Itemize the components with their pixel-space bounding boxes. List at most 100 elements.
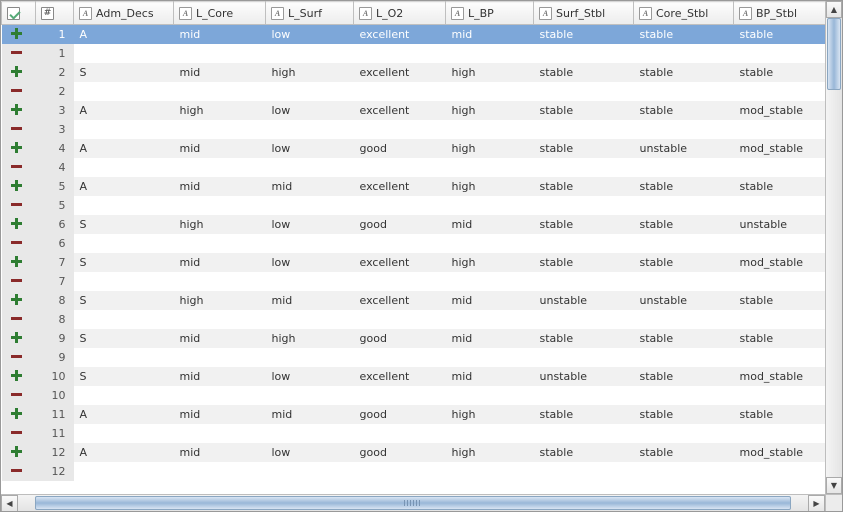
- cell[interactable]: [174, 386, 266, 405]
- cell[interactable]: [734, 272, 826, 291]
- scroll-left-button[interactable]: ◀: [1, 495, 18, 511]
- cell[interactable]: S: [74, 253, 174, 272]
- cell[interactable]: stable: [634, 177, 734, 196]
- row-icon-cell[interactable]: [2, 63, 36, 82]
- cell[interactable]: [446, 82, 534, 101]
- cell[interactable]: [74, 272, 174, 291]
- cell[interactable]: [174, 348, 266, 367]
- cell[interactable]: [266, 272, 354, 291]
- cell[interactable]: [734, 234, 826, 253]
- table-row[interactable]: 9: [2, 348, 826, 367]
- cell[interactable]: [446, 234, 534, 253]
- cell[interactable]: stable: [534, 177, 634, 196]
- table-row[interactable]: 7Smidlowexcellenthighstablestablemod_sta…: [2, 253, 826, 272]
- cell[interactable]: stable: [734, 177, 826, 196]
- cell[interactable]: [74, 424, 174, 443]
- cell[interactable]: [534, 234, 634, 253]
- cell[interactable]: [534, 120, 634, 139]
- cell[interactable]: [266, 44, 354, 63]
- cell[interactable]: high: [174, 215, 266, 234]
- cell[interactable]: mod_stable: [734, 253, 826, 272]
- cell[interactable]: stable: [534, 329, 634, 348]
- cell[interactable]: [354, 310, 446, 329]
- row-icon-cell[interactable]: [2, 348, 36, 367]
- cell[interactable]: [266, 196, 354, 215]
- cell[interactable]: [354, 348, 446, 367]
- horizontal-scrollbar[interactable]: ◀ ▶: [1, 494, 825, 511]
- row-icon-cell[interactable]: [2, 272, 36, 291]
- cell[interactable]: [534, 424, 634, 443]
- cell[interactable]: [266, 348, 354, 367]
- cell[interactable]: good: [354, 405, 446, 424]
- cell[interactable]: [634, 120, 734, 139]
- cell[interactable]: mid: [174, 63, 266, 82]
- cell[interactable]: [534, 158, 634, 177]
- cell[interactable]: high: [446, 101, 534, 120]
- cell[interactable]: excellent: [354, 291, 446, 310]
- cell[interactable]: stable: [634, 253, 734, 272]
- cell[interactable]: excellent: [354, 63, 446, 82]
- row-icon-cell[interactable]: [2, 196, 36, 215]
- cell[interactable]: [446, 272, 534, 291]
- table-row[interactable]: 7: [2, 272, 826, 291]
- cell[interactable]: mid: [174, 405, 266, 424]
- cell[interactable]: mid: [446, 329, 534, 348]
- cell[interactable]: stable: [634, 25, 734, 44]
- cell[interactable]: [266, 386, 354, 405]
- header-col-7[interactable]: ABP_Stbl: [734, 2, 826, 25]
- cell[interactable]: mod_stable: [734, 443, 826, 462]
- cell[interactable]: [266, 424, 354, 443]
- table-row[interactable]: 5Amidmidexcellenthighstablestablestable: [2, 177, 826, 196]
- cell[interactable]: A: [74, 139, 174, 158]
- cell[interactable]: mid: [266, 291, 354, 310]
- cell[interactable]: [174, 120, 266, 139]
- row-icon-cell[interactable]: [2, 139, 36, 158]
- cell[interactable]: mid: [174, 25, 266, 44]
- row-icon-cell[interactable]: [2, 329, 36, 348]
- v-scroll-track[interactable]: [826, 18, 842, 477]
- cell[interactable]: [534, 196, 634, 215]
- cell[interactable]: S: [74, 367, 174, 386]
- cell[interactable]: high: [266, 63, 354, 82]
- cell[interactable]: [734, 386, 826, 405]
- cell[interactable]: excellent: [354, 177, 446, 196]
- cell[interactable]: low: [266, 25, 354, 44]
- cell[interactable]: [534, 44, 634, 63]
- table-row[interactable]: 11: [2, 424, 826, 443]
- cell[interactable]: [446, 44, 534, 63]
- cell[interactable]: unstable: [634, 291, 734, 310]
- header-col-4[interactable]: AL_BP: [446, 2, 534, 25]
- cell[interactable]: [174, 234, 266, 253]
- cell[interactable]: stable: [734, 291, 826, 310]
- cell[interactable]: [734, 348, 826, 367]
- row-icon-cell[interactable]: [2, 215, 36, 234]
- cell[interactable]: excellent: [354, 25, 446, 44]
- row-icon-cell[interactable]: [2, 234, 36, 253]
- cell[interactable]: [634, 424, 734, 443]
- cell[interactable]: [354, 462, 446, 481]
- cell[interactable]: mod_stable: [734, 139, 826, 158]
- cell[interactable]: [634, 82, 734, 101]
- cell[interactable]: stable: [534, 253, 634, 272]
- cell[interactable]: stable: [734, 63, 826, 82]
- header-index[interactable]: #: [36, 2, 74, 25]
- table-row[interactable]: 8Shighmidexcellentmidunstableunstablesta…: [2, 291, 826, 310]
- cell[interactable]: [634, 462, 734, 481]
- cell[interactable]: [174, 424, 266, 443]
- cell[interactable]: [74, 82, 174, 101]
- row-icon-cell[interactable]: [2, 177, 36, 196]
- cell[interactable]: [354, 44, 446, 63]
- row-icon-cell[interactable]: [2, 253, 36, 272]
- cell[interactable]: high: [174, 101, 266, 120]
- table-row[interactable]: 4: [2, 158, 826, 177]
- cell[interactable]: S: [74, 215, 174, 234]
- cell[interactable]: A: [74, 443, 174, 462]
- header-col-5[interactable]: ASurf_Stbl: [534, 2, 634, 25]
- cell[interactable]: [354, 82, 446, 101]
- header-col-1[interactable]: AL_Core: [174, 2, 266, 25]
- table-row[interactable]: 10Smidlowexcellentmidunstablestablemod_s…: [2, 367, 826, 386]
- cell[interactable]: [74, 234, 174, 253]
- table-row[interactable]: 2: [2, 82, 826, 101]
- cell[interactable]: [74, 310, 174, 329]
- cell[interactable]: high: [266, 329, 354, 348]
